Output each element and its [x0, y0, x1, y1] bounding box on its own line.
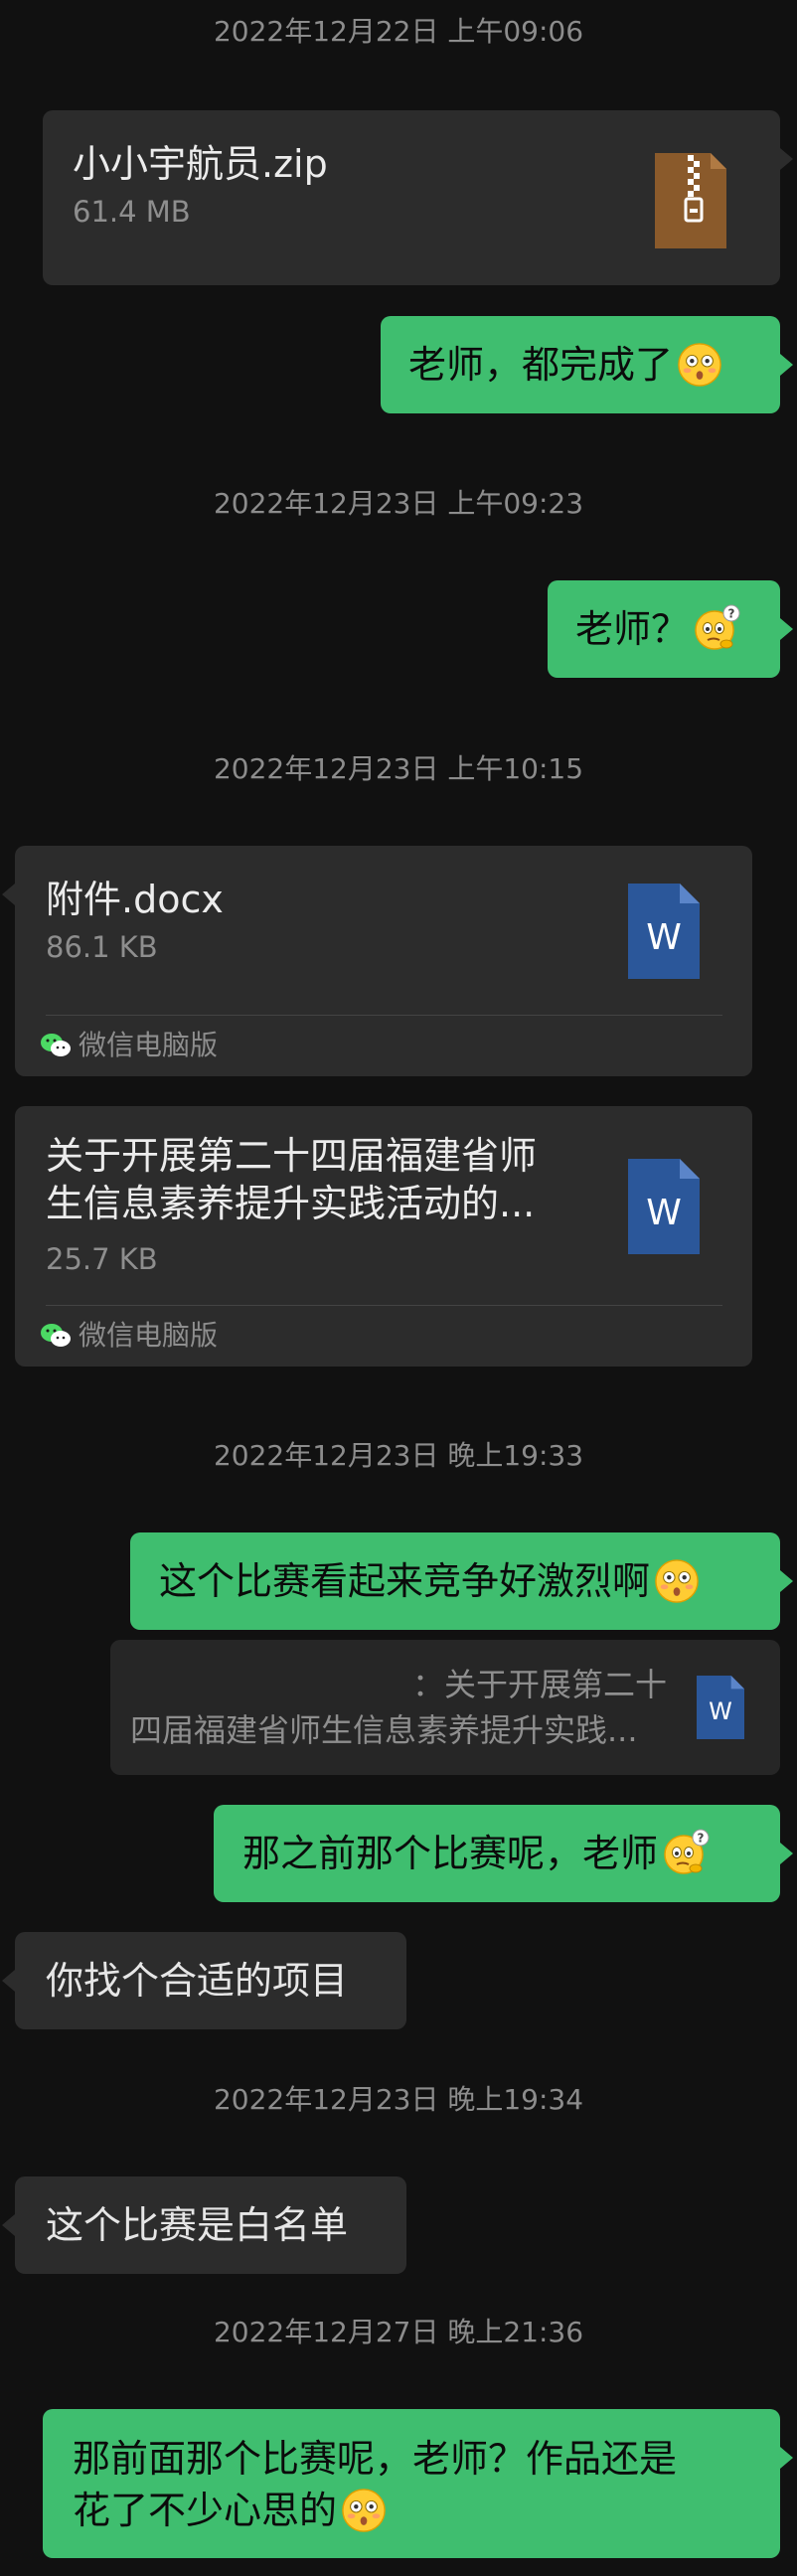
- word-doc-icon: [628, 884, 700, 979]
- received-message[interactable]: 你找个合适的项目: [2, 1932, 406, 2029]
- file-size: 61.4 MB: [73, 195, 191, 229]
- message-text: 你找个合适的项目: [46, 1959, 349, 2003]
- message-text: 那之前那个比赛呢，老师: [242, 1832, 659, 1875]
- timestamp: 2022年12月22日 上午09:06: [213, 15, 584, 48]
- timestamp: 2022年12月23日 晚上19:33: [213, 1439, 584, 1472]
- file-name-line: 关于开展第二十四届福建省师: [46, 1134, 538, 1178]
- timestamp: 2022年12月27日 晚上21:36: [213, 2316, 584, 2348]
- file-name: 关于开展第二十四届福建省师 生信息素养提升实践活动的...: [46, 1132, 537, 1227]
- timestamp: 2022年12月23日 晚上19:34: [213, 2083, 584, 2116]
- file-size: 86.1 KB: [46, 930, 158, 964]
- flushed-face-emoji-icon: [677, 342, 722, 388]
- sent-message[interactable]: 这个比赛看起来竞争好激烈啊: [130, 1532, 793, 1630]
- file-source: 微信电脑版: [79, 1319, 219, 1352]
- file-name: 附件.docx: [46, 878, 224, 921]
- message-text: 花了不少心思的: [73, 2489, 338, 2532]
- sent-message[interactable]: 那前面那个比赛呢，老师？作品还是 花了不少心思的: [43, 2409, 793, 2558]
- message-text: 这个比赛看起来竞争好激烈啊: [159, 1559, 651, 1603]
- file-message-docx[interactable]: 关于开展第二十四届福建省师 生信息素养提升实践活动的... 25.7 KB 微信…: [15, 1106, 752, 1367]
- divider: [46, 1015, 722, 1016]
- sent-message[interactable]: 老师，都完成了: [381, 316, 793, 413]
- file-source: 微信电脑版: [79, 1029, 219, 1061]
- thinking-face-emoji-icon: [662, 1829, 710, 1876]
- file-message-zip[interactable]: 小小宇航员.zip 61.4 MB: [43, 110, 793, 285]
- word-doc-icon: [628, 1159, 700, 1254]
- received-message[interactable]: 这个比赛是白名单: [2, 2176, 406, 2274]
- flushed-face-emoji-icon: [341, 2488, 387, 2533]
- quote-text-line: ：关于开展第二十: [411, 1666, 667, 1703]
- thinking-face-emoji-icon: [693, 604, 740, 652]
- message-text: 老师？: [575, 607, 690, 651]
- file-name: 小小宇航员.zip: [73, 142, 328, 186]
- timestamp: 2022年12月23日 上午10:15: [213, 752, 584, 785]
- file-size: 25.7 KB: [46, 1242, 158, 1276]
- quote-text-line: 四届福建省师生信息素养提升实践...: [130, 1711, 638, 1749]
- file-name-line: 生信息素养提升实践活动的...: [46, 1182, 536, 1225]
- quoted-reference[interactable]: ：关于开展第二十 四届福建省师生信息素养提升实践...: [110, 1640, 780, 1775]
- flushed-face-emoji-icon: [654, 1558, 700, 1604]
- sent-message[interactable]: 那之前那个比赛呢，老师: [214, 1805, 793, 1902]
- timestamp: 2022年12月23日 上午09:23: [213, 487, 584, 520]
- message-text: 老师，都完成了: [408, 343, 674, 387]
- message-text: 那前面那个比赛呢，老师？作品还是: [73, 2437, 678, 2481]
- zip-file-icon: [655, 153, 726, 248]
- divider: [46, 1305, 722, 1306]
- sent-message[interactable]: 老师？: [548, 580, 793, 678]
- wechat-logo-icon: [40, 1322, 72, 1350]
- wechat-logo-icon: [40, 1032, 72, 1059]
- word-doc-icon: [697, 1676, 744, 1739]
- file-message-docx[interactable]: 附件.docx 86.1 KB 微信电脑版: [2, 846, 752, 1076]
- message-text: 这个比赛是白名单: [46, 2203, 349, 2247]
